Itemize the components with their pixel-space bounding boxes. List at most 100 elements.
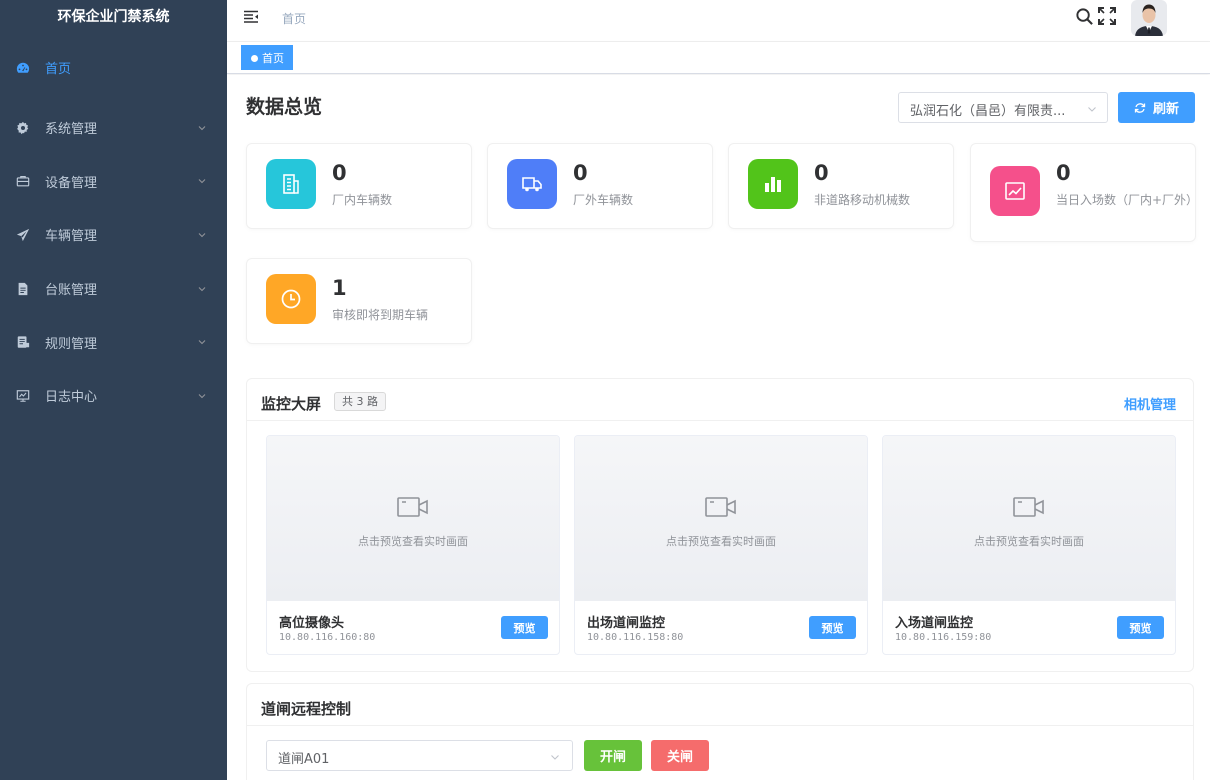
chevron-down-icon bbox=[198, 233, 206, 238]
refresh-icon bbox=[1134, 102, 1146, 113]
stat-label: 厂内车辆数 bbox=[332, 193, 393, 207]
stat-card-machinery: 0 非道路移动机械数 bbox=[728, 143, 954, 229]
close-gate-button[interactable]: 关闸 bbox=[651, 740, 709, 771]
preview-button[interactable]: 预览 bbox=[809, 616, 856, 639]
camera-preview[interactable]: 点击预览查看实时画面 bbox=[267, 436, 559, 601]
camera-card: 点击预览查看实时画面 出场道闸监控 10.80.116.158:80 预览 bbox=[574, 435, 868, 655]
stat-value: 0 bbox=[1056, 161, 1071, 185]
briefcase-icon bbox=[16, 174, 30, 188]
monitor-panel-header: 监控大屏 共 3 路 相机管理 bbox=[247, 379, 1193, 421]
sidebar-menu: 首页 系统管理 设备管理 车辆管理 台账管理 规则管理 日志中心 bbox=[0, 34, 227, 423]
stat-card-inside-vehicles: 0 厂内车辆数 bbox=[246, 143, 472, 229]
rules-icon bbox=[16, 335, 30, 349]
sidebar-item-label: 台账管理 bbox=[45, 283, 98, 299]
camera-card: 点击预览查看实时画面 高位摄像头 10.80.116.160:80 预览 bbox=[266, 435, 560, 655]
monitor-title: 监控大屏 bbox=[261, 395, 322, 413]
gate-control-header: 道闸远程控制 bbox=[247, 684, 1193, 726]
stat-card-expiring-review: 1 审核即将到期车辆 bbox=[246, 258, 472, 344]
tags-view: 首页 bbox=[227, 42, 1210, 74]
send-icon bbox=[16, 228, 30, 242]
sidebar-item-vehicle[interactable]: 车辆管理 bbox=[0, 208, 227, 262]
stat-label: 厂外车辆数 bbox=[573, 193, 634, 207]
chevron-down-icon bbox=[198, 340, 206, 345]
chevron-down-icon bbox=[198, 179, 206, 184]
company-select[interactable]: 弘润石化（昌邑）有限责... bbox=[898, 92, 1108, 123]
camera-hint: 点击预览查看实时画面 bbox=[666, 535, 776, 548]
stat-value: 1 bbox=[332, 276, 347, 300]
camera-name: 高位摄像头 bbox=[279, 616, 345, 631]
refresh-label: 刷新 bbox=[1152, 101, 1179, 116]
stat-label: 审核即将到期车辆 bbox=[332, 308, 429, 322]
breadcrumb[interactable]: 首页 bbox=[282, 10, 306, 27]
video-camera-icon bbox=[705, 497, 736, 517]
dashboard-icon bbox=[16, 61, 30, 75]
chevron-down-icon bbox=[551, 755, 559, 760]
preview-button[interactable]: 预览 bbox=[501, 616, 548, 639]
stat-label: 非道路移动机械数 bbox=[814, 193, 911, 207]
sidebar-item-home[interactable]: 首页 bbox=[0, 34, 227, 101]
avatar[interactable] bbox=[1131, 0, 1167, 36]
sidebar-item-label: 首页 bbox=[45, 62, 72, 77]
camera-name: 入场道闸监控 bbox=[895, 616, 974, 631]
sidebar-item-label: 系统管理 bbox=[45, 122, 98, 138]
gate-select-value: 道闸A01 bbox=[278, 752, 330, 767]
navbar: 首页 bbox=[227, 0, 1210, 42]
document-icon bbox=[16, 282, 30, 296]
camera-hint: 点击预览查看实时画面 bbox=[974, 535, 1084, 548]
page-title: 数据总览 bbox=[246, 96, 323, 118]
stat-value: 0 bbox=[332, 161, 347, 185]
company-select-value: 弘润石化（昌邑）有限责... bbox=[910, 104, 1066, 119]
sidebar-item-label: 车辆管理 bbox=[45, 229, 98, 245]
gate-control-title: 道闸远程控制 bbox=[261, 700, 352, 718]
sidebar-item-label: 规则管理 bbox=[45, 336, 98, 352]
gate-select[interactable]: 道闸A01 bbox=[266, 740, 573, 771]
sidebar-item-logs[interactable]: 日志中心 bbox=[0, 369, 227, 423]
app-title: 环保企业门禁系统 bbox=[57, 9, 170, 25]
camera-preview[interactable]: 点击预览查看实时画面 bbox=[575, 436, 867, 601]
sidebar: 环保企业门禁系统 首页 系统管理 设备管理 车辆管理 台账管理 规则管理 日志中… bbox=[0, 0, 227, 780]
stat-value: 0 bbox=[573, 161, 588, 185]
video-camera-icon bbox=[397, 497, 428, 517]
sidebar-item-device[interactable]: 设备管理 bbox=[0, 155, 227, 209]
clock-icon bbox=[266, 274, 316, 324]
camera-card: 点击预览查看实时画面 入场道闸监控 10.80.116.159:80 预览 bbox=[882, 435, 1176, 655]
stat-value: 0 bbox=[814, 161, 829, 185]
fullscreen-icon[interactable] bbox=[1098, 7, 1116, 25]
trend-chart-icon bbox=[990, 166, 1040, 216]
camera-preview[interactable]: 点击预览查看实时画面 bbox=[883, 436, 1175, 601]
open-gate-button[interactable]: 开闸 bbox=[584, 740, 642, 771]
preview-button[interactable]: 预览 bbox=[1117, 616, 1164, 639]
sidebar-item-system[interactable]: 系统管理 bbox=[0, 101, 227, 155]
camera-name: 出场道闸监控 bbox=[587, 616, 666, 631]
chevron-down-icon bbox=[198, 125, 206, 131]
camera-hint: 点击预览查看实时画面 bbox=[358, 535, 468, 548]
monitor-panel: 监控大屏 共 3 路 相机管理 点击预览查看实时画面 高位摄像头 10.80.1… bbox=[246, 378, 1194, 672]
sidebar-item-label: 设备管理 bbox=[45, 175, 98, 191]
gear-icon bbox=[16, 121, 30, 135]
video-camera-icon bbox=[1013, 497, 1044, 517]
tab-home[interactable]: 首页 bbox=[241, 45, 293, 70]
sidebar-item-label: 日志中心 bbox=[45, 390, 98, 406]
monitor-icon bbox=[16, 389, 30, 403]
truck-icon bbox=[507, 159, 557, 209]
bar-chart-icon bbox=[748, 159, 798, 209]
stat-card-outside-vehicles: 0 厂外车辆数 bbox=[487, 143, 713, 229]
building-icon bbox=[266, 159, 316, 209]
chevron-down-icon bbox=[1088, 107, 1096, 112]
camera-count-badge: 共 3 路 bbox=[334, 392, 386, 411]
camera-ip: 10.80.116.159:80 bbox=[895, 632, 992, 643]
sidebar-item-ledger[interactable]: 台账管理 bbox=[0, 262, 227, 316]
camera-ip: 10.80.116.160:80 bbox=[279, 632, 376, 643]
chevron-down-icon bbox=[198, 393, 206, 399]
sidebar-item-rules[interactable]: 规则管理 bbox=[0, 315, 227, 369]
camera-ip: 10.80.116.158:80 bbox=[587, 632, 684, 643]
camera-management-link[interactable]: 相机管理 bbox=[1124, 394, 1176, 413]
stat-label: 当日入场数（厂内+厂外） bbox=[1056, 193, 1199, 207]
stat-card-daily-entries: 0 当日入场数（厂内+厂外） bbox=[970, 143, 1199, 242]
refresh-button[interactable]: 刷新 bbox=[1118, 92, 1195, 123]
hamburger-icon[interactable] bbox=[243, 9, 259, 25]
search-icon[interactable] bbox=[1075, 7, 1094, 26]
chevron-down-icon bbox=[198, 286, 206, 291]
gate-control-panel: 道闸远程控制 道闸A01 开闸 关闸 bbox=[246, 683, 1194, 780]
main-content: 数据总览 弘润石化（昌邑）有限责... 刷新 0 厂内车辆数 0 厂外车辆数 0… bbox=[227, 75, 1210, 780]
